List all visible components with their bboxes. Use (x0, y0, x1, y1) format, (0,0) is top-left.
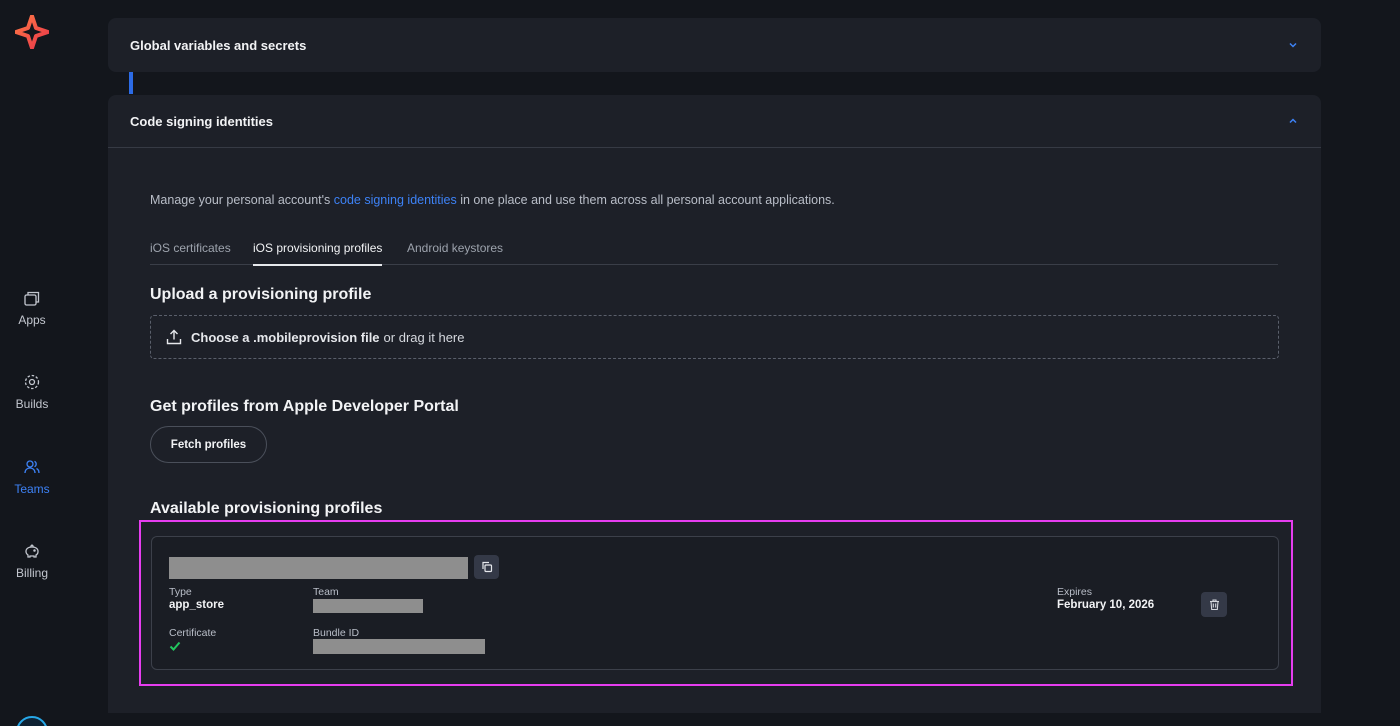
billing-icon (25, 544, 39, 558)
panel-title: Global variables and secrets (130, 37, 307, 53)
tab-android-keystores[interactable]: Android keystores (407, 241, 503, 264)
choose-file-label[interactable]: Choose a .mobileprovision file (191, 330, 380, 345)
avatar[interactable] (16, 716, 48, 726)
sidebar-item-label: Teams (14, 482, 50, 496)
team-label: Team (313, 586, 339, 598)
chevron-down-icon[interactable] (1287, 39, 1299, 51)
tab-ios-certificates[interactable]: iOS certificates (150, 241, 231, 264)
upload-dropzone[interactable]: Choose a .mobileprovision file or drag i… (150, 315, 1279, 359)
tab-ios-provisioning-profiles[interactable]: iOS provisioning profiles (253, 241, 383, 266)
check-icon (169, 641, 181, 651)
sidebar-item-label: Billing (15, 566, 48, 580)
sidebar-item-teams[interactable]: Teams (0, 458, 64, 518)
code-signing-header[interactable]: Code signing identities (108, 95, 1321, 148)
sidebar-item-label: Builds (15, 397, 49, 411)
trash-icon (1209, 599, 1219, 611)
global-variables-panel: Global variables and secrets (108, 18, 1321, 72)
code-signing-description: Manage your personal account's code sign… (150, 193, 835, 207)
type-label: Type (169, 586, 192, 598)
builds-icon (24, 374, 40, 390)
chevron-up-icon[interactable] (1287, 115, 1299, 127)
sidebar-item-apps[interactable]: Apps (0, 289, 64, 349)
redacted-profile-name (169, 557, 468, 579)
provisioning-profile-card: Type app_store Team Certificate Bundle I… (151, 536, 1279, 670)
sidebar-item-label: Apps (18, 313, 46, 327)
apps-icon (24, 291, 40, 306)
code-signing-identities-link[interactable]: code signing identities (334, 193, 457, 207)
upload-icon (166, 329, 182, 345)
delete-button[interactable] (1201, 592, 1227, 617)
upload-heading: Upload a provisioning profile (150, 286, 372, 303)
bundle-id-label: Bundle ID (313, 627, 360, 639)
expires-label: Expires (1057, 586, 1093, 598)
drag-label: or drag it here (383, 329, 465, 345)
panel-title: Code signing identities (130, 113, 274, 129)
redacted-team (313, 599, 423, 613)
type-value: app_store (169, 599, 224, 611)
sidebar-item-billing[interactable]: Billing (0, 542, 64, 602)
available-profiles-heading: Available provisioning profiles (150, 500, 383, 517)
apple-portal-heading: Get profiles from Apple Developer Portal (150, 398, 459, 415)
tab-bar: iOS certificates iOS provisioning profil… (150, 235, 1278, 266)
codemagic-logo[interactable] (15, 15, 49, 49)
fetch-profiles-button[interactable]: Fetch profiles (150, 426, 267, 463)
sidebar-item-builds[interactable]: Builds (0, 373, 64, 433)
expires-value: February 10, 2026 (1057, 599, 1155, 611)
redacted-bundle-id (313, 639, 485, 654)
section-connector (129, 72, 133, 94)
teams-icon (24, 460, 40, 474)
copy-button[interactable] (474, 555, 499, 579)
copy-icon (481, 561, 492, 573)
sidebar: Apps Builds Teams Billing (0, 0, 64, 726)
global-variables-header[interactable]: Global variables and secrets (108, 18, 1321, 72)
certificate-label: Certificate (169, 627, 217, 639)
